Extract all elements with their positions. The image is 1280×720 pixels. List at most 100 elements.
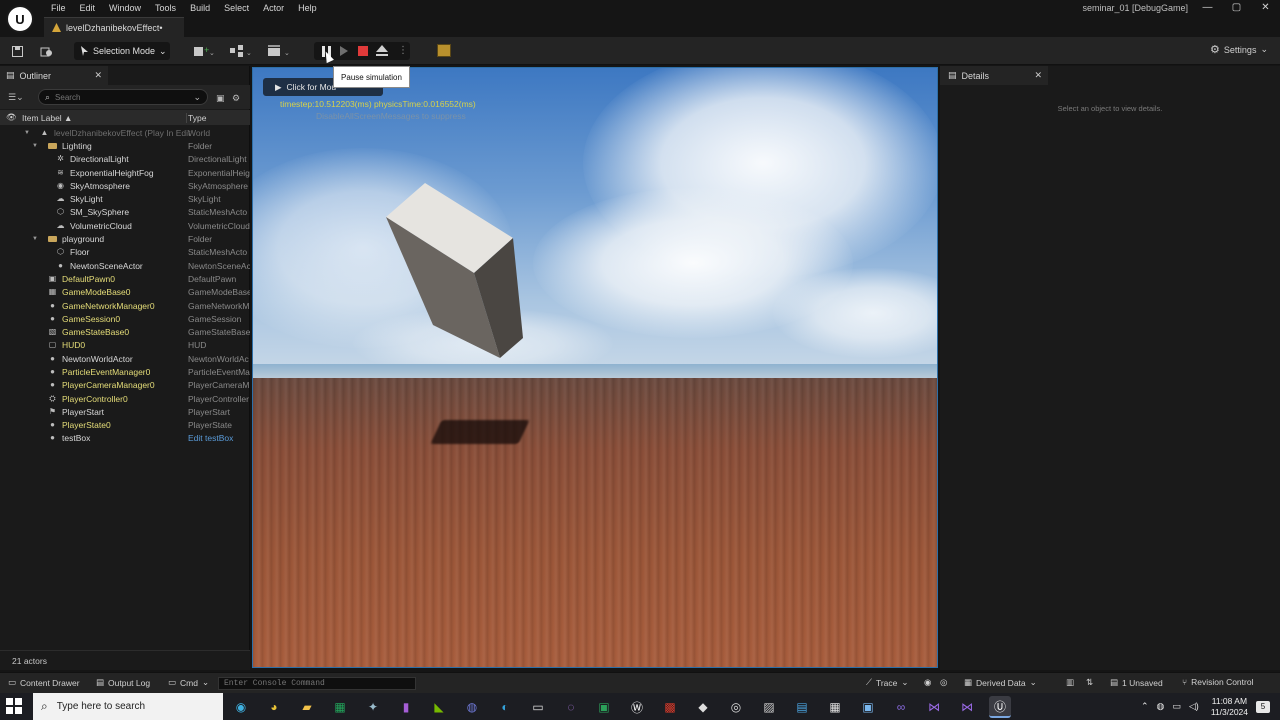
- outliner-search-input[interactable]: [55, 92, 186, 102]
- outliner-row[interactable]: ▼ ▲ levelDzhanibekovEffect (Play In Edit Wo…: [0, 126, 250, 139]
- outliner-row[interactable]: ▼ playground Folder: [0, 232, 250, 245]
- outliner-search[interactable]: ⌕ ⌄: [38, 89, 208, 105]
- maximize-button[interactable]: ▢: [1222, 0, 1251, 17]
- expand-arrow-icon[interactable]: ▼: [32, 236, 38, 242]
- menu-select[interactable]: Select: [217, 2, 256, 14]
- outliner-row[interactable]: ● PlayerCameraManager0 PlayerCameraM: [0, 379, 250, 392]
- stats-icon[interactable]: ▥: [1066, 677, 1074, 688]
- chevron-down-icon[interactable]: ⌄: [193, 92, 201, 103]
- blueprint-icon[interactable]: ⌄: [228, 42, 254, 60]
- cmd-dropdown[interactable]: ▭ Cmd ⌄: [168, 677, 209, 688]
- network-icon[interactable]: ▭: [1168, 701, 1185, 712]
- level-viewport[interactable]: ▶ Click for Mou timestep:10.512203(ms) p…: [252, 67, 938, 668]
- menu-tools[interactable]: Tools: [148, 2, 183, 14]
- cinematics-icon[interactable]: ⌄: [266, 42, 292, 60]
- nvidia-icon[interactable]: ◣: [428, 696, 450, 718]
- outliner-row[interactable]: ◉ SkyAtmosphere SkyAtmosphere: [0, 179, 250, 192]
- outliner-row[interactable]: ▣ DefaultPawn0 DefaultPawn: [0, 272, 250, 285]
- stop-icon[interactable]: [358, 46, 368, 56]
- app-icon[interactable]: ▤: [791, 696, 813, 718]
- level-tab[interactable]: levelDzhanibekovEffect•: [44, 17, 184, 37]
- sequencer-icon[interactable]: [437, 44, 451, 57]
- test-box-cube[interactable]: [383, 183, 543, 363]
- minimize-button[interactable]: —: [1193, 0, 1222, 17]
- app-icon[interactable]: ◎: [725, 696, 747, 718]
- trace-dropdown[interactable]: ⟋ Trace ⌄: [866, 677, 909, 688]
- outliner-row[interactable]: ☁ VolumetricCloud VolumetricCloud: [0, 219, 250, 232]
- content-drawer-button[interactable]: ▭ Content Drawer: [8, 677, 80, 688]
- console-command-input[interactable]: [218, 677, 416, 690]
- outliner-row[interactable]: ● GameNetworkManager0 GameNetworkM: [0, 299, 250, 312]
- visibility-eye-icon[interactable]: 👁: [6, 112, 17, 123]
- filezilla-icon[interactable]: ▩: [659, 696, 681, 718]
- app-icon[interactable]: ∞: [890, 696, 912, 718]
- outliner-row[interactable]: ✲ DirectionalLight DirectionalLight: [0, 153, 250, 166]
- menu-window[interactable]: Window: [102, 2, 148, 14]
- outliner-row[interactable]: ● testBox Edit testBox: [0, 432, 250, 445]
- add-actor-icon[interactable]: + ⌄: [192, 42, 216, 60]
- windows-start-icon[interactable]: [6, 698, 22, 714]
- terminal-icon[interactable]: ▭: [527, 696, 549, 718]
- app-icon[interactable]: ▣: [593, 696, 615, 718]
- app-icon[interactable]: ▨: [758, 696, 780, 718]
- revision-control-button[interactable]: ⑂ Revision Control: [1182, 677, 1253, 687]
- file-explorer-icon[interactable]: ▰: [296, 696, 318, 718]
- menu-actor[interactable]: Actor: [256, 2, 291, 14]
- derived-data-dropdown[interactable]: ▦ Derived Data ⌄: [964, 677, 1037, 688]
- volume-icon[interactable]: ◁): [1185, 701, 1203, 712]
- chevron-up-icon[interactable]: ⌃: [1137, 701, 1153, 712]
- gear-icon[interactable]: ⚙: [232, 93, 240, 104]
- github-icon[interactable]: ◌: [560, 696, 582, 718]
- menu-help[interactable]: Help: [291, 2, 324, 14]
- outliner-row[interactable]: ● NewtonWorldActor NewtonWorldAc: [0, 352, 250, 365]
- more-options-icon[interactable]: ⋮: [398, 45, 408, 56]
- teams-icon[interactable]: ◍: [461, 696, 483, 718]
- step-icon[interactable]: [340, 46, 348, 56]
- word-icon[interactable]: Ⓦ: [626, 696, 648, 718]
- app-tray-icon[interactable]: ◍: [1153, 701, 1169, 712]
- save-icon[interactable]: [10, 42, 24, 60]
- close-window-button[interactable]: ✕: [1251, 0, 1280, 17]
- outliner-row[interactable]: ⛭ PlayerController0 PlayerController: [0, 392, 250, 405]
- unsaved-button[interactable]: ▤ 1 Unsaved: [1110, 677, 1163, 688]
- details-tab[interactable]: ▤ Details ✕: [940, 66, 1048, 85]
- edit-actor-link[interactable]: Edit testBox: [188, 433, 250, 443]
- outliner-row[interactable]: ● GameSession0 GameSession: [0, 312, 250, 325]
- outliner-row[interactable]: ≋ ExponentialHeightFog ExponentialHeig: [0, 166, 250, 179]
- expand-arrow-icon[interactable]: ▼: [32, 143, 38, 149]
- outliner-row[interactable]: ⬡ Floor StaticMeshActo: [0, 246, 250, 259]
- edge-icon[interactable]: ◉: [230, 696, 252, 718]
- close-icon[interactable]: ✕: [1034, 70, 1042, 81]
- outliner-row[interactable]: ⚑ PlayerStart PlayerStart: [0, 405, 250, 418]
- menu-file[interactable]: File: [44, 2, 73, 14]
- app-icon[interactable]: ✦: [362, 696, 384, 718]
- record-icon[interactable]: ◉: [924, 677, 931, 688]
- chrome-icon[interactable]: ◕: [263, 696, 285, 718]
- outliner-row[interactable]: ▢ HUD0 HUD: [0, 339, 250, 352]
- sort-icon[interactable]: ⇅: [1086, 677, 1093, 688]
- menu-edit[interactable]: Edit: [73, 2, 103, 14]
- selection-mode-dropdown[interactable]: Selection Mode ⌄: [74, 42, 170, 60]
- filter-icon[interactable]: ☰⌄: [8, 92, 24, 103]
- app-icon[interactable]: ▮: [395, 696, 417, 718]
- visual-studio-icon[interactable]: ⋈: [923, 696, 945, 718]
- expand-arrow-icon[interactable]: ▼: [24, 130, 30, 136]
- unreal-engine-icon[interactable]: Ⓤ: [989, 696, 1011, 718]
- outliner-row[interactable]: ● PlayerState0 PlayerState: [0, 419, 250, 432]
- outliner-row[interactable]: ⬡ SM_SkySphere StaticMeshActo: [0, 206, 250, 219]
- content-icon[interactable]: [38, 42, 54, 60]
- outliner-row[interactable]: ▦ GameModeBase0 GameModeBase: [0, 286, 250, 299]
- eject-icon[interactable]: [376, 45, 388, 57]
- excel-icon[interactable]: ▦: [329, 696, 351, 718]
- app-icon[interactable]: ◐: [494, 696, 516, 718]
- notifications-icon[interactable]: 5: [1256, 700, 1270, 713]
- add-folder-icon[interactable]: ▣: [216, 93, 225, 104]
- app-icon[interactable]: ◆: [692, 696, 714, 718]
- app-icon[interactable]: ▣: [857, 696, 879, 718]
- unreal-logo-icon[interactable]: U: [6, 5, 34, 33]
- clock[interactable]: 11:08 AM 11/3/2024: [1203, 696, 1256, 718]
- close-icon[interactable]: ✕: [94, 70, 102, 81]
- column-type[interactable]: Type: [186, 112, 206, 123]
- output-log-button[interactable]: ▤ Output Log: [96, 677, 150, 688]
- app-icon[interactable]: ▦: [824, 696, 846, 718]
